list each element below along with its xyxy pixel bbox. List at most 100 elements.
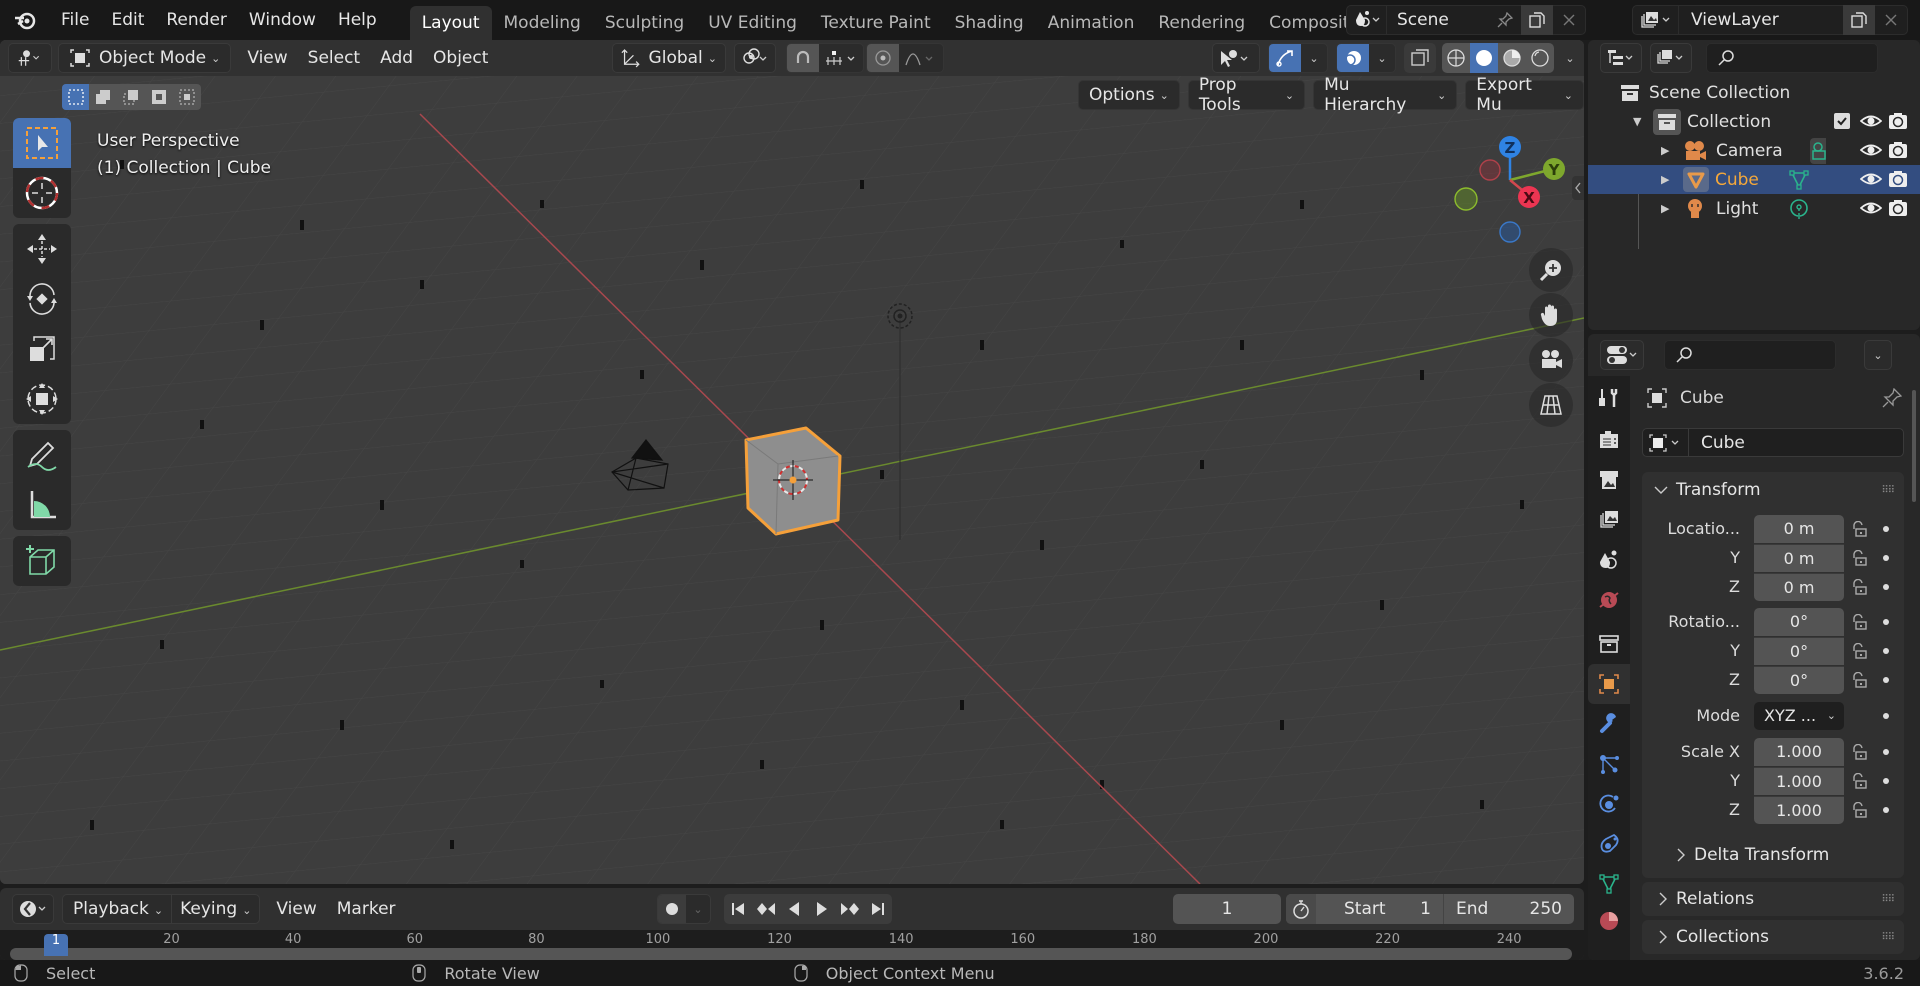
view-layer-name[interactable]: ViewLayer [1679, 10, 1843, 30]
visibility-eye-icon[interactable] [1860, 112, 1882, 130]
new-scene-icon[interactable] [1521, 5, 1553, 35]
outliner-collection[interactable]: ▼ Collection [1588, 107, 1920, 136]
keyframe-dot-icon[interactable] [1874, 676, 1898, 684]
mode-dropdown[interactable]: Object Mode ⌄ [58, 43, 232, 73]
tab-particles-icon[interactable] [1588, 744, 1630, 784]
tab-tool-icon[interactable] [1588, 376, 1630, 420]
outliner-scene-collection[interactable]: Scene Collection [1588, 78, 1920, 107]
render-camera-icon[interactable] [1888, 199, 1908, 217]
scene-icon[interactable] [1347, 5, 1387, 35]
keyframe-dot-icon[interactable] [1874, 748, 1898, 756]
tab-physics-icon[interactable] [1588, 784, 1630, 824]
visibility-eye-icon[interactable] [1860, 141, 1882, 159]
tab-material-icon[interactable] [1588, 904, 1630, 930]
tab-data-icon[interactable] [1588, 864, 1630, 904]
keying-dropdown[interactable]: Keying ⌄ [172, 894, 259, 924]
solid-shading-icon[interactable] [1470, 43, 1498, 73]
rotation-mode-dropdown[interactable]: XYZ ... ⌄ [1754, 701, 1844, 730]
mu-hierarchy-dropdown[interactable]: Mu Hierarchy ⌄ [1313, 75, 1458, 115]
properties-scrollbar[interactable] [1912, 390, 1916, 502]
lock-icon[interactable] [1844, 613, 1874, 630]
pivot-point-dropdown[interactable] [734, 43, 776, 73]
measure-tool[interactable] [13, 480, 71, 530]
camera-data-icon[interactable] [1810, 138, 1826, 164]
navigation-gizmo[interactable]: Z Y X [1440, 128, 1580, 248]
rotation-z-field[interactable]: 0° [1754, 665, 1844, 694]
viewport-menu-add[interactable]: Add [370, 43, 423, 73]
location-x-field[interactable]: 0 m [1754, 514, 1844, 543]
annotate-tool[interactable] [13, 430, 71, 480]
tab-render-icon[interactable] [1588, 420, 1630, 460]
falloff-dropdown[interactable] [899, 44, 943, 72]
blender-logo-icon[interactable] [0, 9, 50, 31]
delta-transform-subpanel[interactable]: Delta Transform [1642, 838, 1904, 872]
select-intersect-icon[interactable] [173, 84, 201, 110]
rotation-x-field[interactable]: 0° [1754, 607, 1844, 636]
auto-keying-dropdown[interactable]: ⌄ [686, 895, 710, 923]
play-reverse-icon[interactable] [780, 894, 808, 924]
view-layer-icon[interactable] [1633, 5, 1679, 35]
shading-options-dropdown[interactable]: ⌄ [1556, 43, 1584, 73]
scale-x-field[interactable]: 1.000 [1754, 737, 1844, 766]
lock-icon[interactable] [1844, 772, 1874, 789]
pin-icon[interactable] [1489, 5, 1521, 35]
menu-file[interactable]: File [50, 0, 100, 40]
rotate-tool[interactable] [13, 274, 71, 324]
select-box-tool[interactable] [13, 118, 71, 168]
viewport-menu-view[interactable]: View [237, 43, 297, 73]
prop-tools-dropdown[interactable]: Prop Tools ⌄ [1187, 75, 1306, 115]
object-datablock-dropdown[interactable] [1643, 429, 1689, 456]
render-camera-icon[interactable] [1888, 170, 1908, 188]
options-dropdown[interactable]: Options ⌄ [1078, 80, 1180, 110]
play-icon[interactable] [808, 894, 836, 924]
keyframe-dot-icon[interactable] [1874, 618, 1898, 626]
prev-keyframe-icon[interactable] [752, 894, 780, 924]
add-cube-tool[interactable] [13, 536, 71, 586]
tab-layout[interactable]: Layout [409, 6, 492, 40]
keyframe-dot-icon[interactable] [1874, 806, 1898, 814]
timeline-menu-marker[interactable]: Marker [327, 894, 406, 924]
current-frame-field[interactable]: 1 [1173, 894, 1281, 924]
location-z-field[interactable]: 0 m [1754, 572, 1844, 601]
lock-icon[interactable] [1844, 743, 1874, 760]
keyframe-dot-icon[interactable] [1874, 554, 1898, 562]
render-camera-icon[interactable] [1888, 141, 1908, 159]
drag-handle-icon[interactable]: ⠿⠿ [1881, 485, 1895, 496]
viewport-menu-select[interactable]: Select [298, 43, 370, 73]
properties-search-input[interactable] [1664, 340, 1836, 370]
next-keyframe-icon[interactable] [836, 894, 864, 924]
tab-object-icon[interactable] [1588, 664, 1630, 704]
scene-name[interactable]: Scene [1387, 10, 1489, 30]
expand-arrow-icon[interactable]: ▶ [1661, 173, 1683, 186]
render-camera-icon[interactable] [1888, 112, 1908, 130]
start-frame-field[interactable]: Start 1 [1316, 894, 1444, 924]
drag-handle-icon[interactable]: ⠿⠿ [1881, 932, 1895, 943]
timeline-ruler[interactable]: 20 40 60 80 100 120 140 160 180 200 220 240 1 [0, 930, 1584, 960]
pan-hand-icon[interactable] [1529, 293, 1573, 337]
select-new-icon[interactable] [62, 84, 89, 110]
tab-animation[interactable]: Animation [1036, 6, 1147, 40]
transform-tool[interactable] [13, 374, 71, 424]
new-view-layer-icon[interactable] [1843, 5, 1875, 35]
end-frame-field[interactable]: End 250 [1444, 894, 1574, 924]
snap-toggle-magnet-icon[interactable] [787, 44, 819, 72]
properties-editor-type-button[interactable] [1600, 340, 1644, 370]
visibility-eye-icon[interactable] [1860, 170, 1882, 188]
xray-toggle-icon[interactable] [1404, 43, 1436, 73]
tab-uv-editing[interactable]: UV Editing [696, 6, 809, 40]
tab-compositing[interactable]: Compositing [1257, 6, 1352, 40]
view-layer-selector[interactable]: ViewLayer [1632, 5, 1908, 35]
lock-icon[interactable] [1844, 520, 1874, 537]
select-invert-icon[interactable] [145, 84, 173, 110]
scale-z-field[interactable]: 1.000 [1754, 795, 1844, 824]
light-data-icon[interactable] [1788, 198, 1810, 220]
proportional-edit-icon[interactable] [867, 44, 899, 72]
export-mu-dropdown[interactable]: Export Mu ⌄ [1465, 75, 1584, 115]
keyframe-dot-icon[interactable] [1874, 777, 1898, 785]
rendered-shading-icon[interactable] [1526, 43, 1554, 73]
gizmo-dropdown[interactable]: ⌄ [1301, 44, 1327, 72]
lock-icon[interactable] [1844, 671, 1874, 688]
tab-modeling[interactable]: Modeling [492, 6, 593, 40]
location-y-field[interactable]: 0 m [1754, 543, 1844, 572]
keyframe-dot-icon[interactable] [1874, 712, 1898, 720]
